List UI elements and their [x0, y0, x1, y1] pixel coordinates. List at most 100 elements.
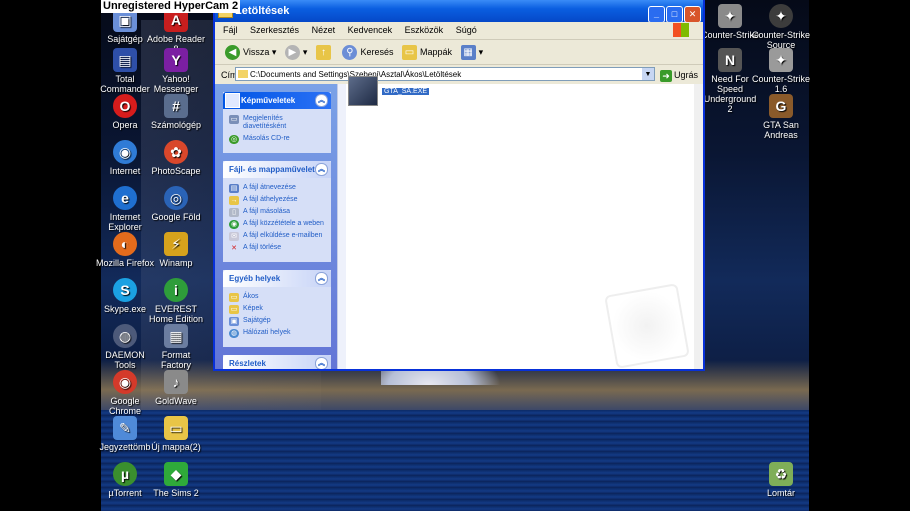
panel-header[interactable]: Fájl- és mappaművelet ︽ [223, 161, 331, 178]
menu-view[interactable]: Nézet [312, 25, 336, 35]
cd-icon: ◎ [229, 135, 239, 144]
recycle-bin-icon: ♻ [769, 462, 793, 486]
go-button[interactable]: ➜ Ugrás [660, 65, 698, 85]
place-akos[interactable]: ▭ Ákos [229, 293, 327, 302]
chrome-icon: ◉ [113, 140, 137, 164]
file-item[interactable]: GTA_SA.EXE [348, 76, 430, 106]
chrome-icon: ◉ [113, 370, 137, 394]
minimize-button[interactable]: _ [648, 6, 665, 23]
file-name: GTA_SA.EXE [382, 87, 430, 95]
folders-icon: ▭ [402, 45, 418, 61]
menu-file[interactable]: Fájl [223, 25, 238, 35]
folder-icon [238, 70, 248, 78]
desktop-icon-format-factory[interactable]: ▦ Format Factory [146, 324, 206, 370]
address-bar: Cím C:\Documents and Settings\Szebeni\As… [215, 65, 703, 86]
windows-logo-icon [673, 23, 689, 37]
web-icon: ◉ [229, 220, 239, 229]
window-title: Letöltések [235, 5, 290, 17]
task-email[interactable]: ✉ A fájl elküldése e-mailben [229, 232, 327, 241]
folder-icon: ▭ [164, 416, 188, 440]
chevron-up-icon[interactable]: ︽ [315, 163, 328, 176]
place-my-computer[interactable]: ▣ Sajátgép [229, 317, 327, 326]
panel-header[interactable]: Részletek ︽ [223, 355, 331, 369]
chevron-down-icon[interactable]: ▼ [642, 68, 654, 80]
calculator-icon: # [164, 94, 188, 118]
cs-icon: ✦ [718, 4, 742, 28]
panel-header[interactable]: Egyéb helyek ︽ [223, 270, 331, 287]
up-folder-icon: ↑ [315, 45, 331, 61]
desktop-icon-calculator[interactable]: # Számológép [146, 94, 206, 130]
desktop-icon-photoscape[interactable]: ✿ PhotoScape [146, 140, 206, 176]
move-icon: → [229, 196, 239, 205]
cs-source-icon: ✦ [769, 4, 793, 28]
search-icon: ⚲ [342, 45, 358, 61]
forward-button[interactable]: ▶ ▾ [284, 40, 307, 64]
folders-button[interactable]: ▭ Mappák [402, 40, 452, 64]
go-arrow-icon: ➜ [660, 69, 672, 82]
winamp-icon: ⚡ [164, 232, 188, 256]
place-pictures[interactable]: ▭ Képek [229, 305, 327, 314]
messenger-icon: Y [164, 48, 188, 72]
cs16-icon: ✦ [769, 48, 793, 72]
task-rename[interactable]: ▤ A fájl átnevezése [229, 184, 327, 193]
plumbob-icon: ◆ [164, 462, 188, 486]
desktop-icon-new-folder[interactable]: ▭ Új mappa(2) [146, 416, 206, 452]
maximize-button[interactable]: □ [666, 6, 683, 23]
close-button[interactable]: ✕ [684, 6, 701, 23]
nfs-icon: N [718, 48, 742, 72]
ie-icon: e [113, 186, 137, 210]
task-copy-cd[interactable]: ◎ Másolás CD-re [229, 135, 327, 144]
factory-icon: ▦ [164, 324, 188, 348]
desktop-icon-cs16[interactable]: ✦ Counter-Strike 1.6 [751, 48, 811, 94]
explorer-window: Letöltések _ □ ✕ Fájl Szerkesztés Nézet Ke… [213, 0, 705, 371]
menu-help[interactable]: Súgó [456, 25, 477, 35]
menu-bar: Fájl Szerkesztés Nézet Kedvencek Eszközö… [215, 22, 703, 40]
task-publish[interactable]: ◉ A fájl közzététele a weben [229, 220, 327, 229]
task-pane: Képműveletek ︽ ▭ Megjelenítés diavetítéské… [215, 84, 337, 369]
desktop-icon-everest[interactable]: i EVEREST Home Edition [146, 278, 206, 324]
desktop-icon-recycle-bin[interactable]: ♻ Lomtár [751, 462, 811, 498]
panel-header[interactable]: Képműveletek ︽ [223, 92, 331, 109]
desktop-icon-google-earth[interactable]: ◎ Google Föld [146, 186, 206, 222]
desktop-icon-cs-source[interactable]: ✦ Counter-Strike Source [751, 4, 811, 50]
task-copy[interactable]: ▯ A fájl másolása [229, 208, 327, 217]
task-delete[interactable]: ✕ A fájl törlése [229, 244, 327, 252]
search-button[interactable]: ⚲ Keresés [342, 40, 394, 64]
audio-icon: ♪ [164, 370, 188, 394]
photoscape-icon: ✿ [164, 140, 188, 164]
desktop-icon-yahoo[interactable]: Y Yahoo! Messenger [146, 48, 206, 94]
address-input[interactable]: C:\Documents and Settings\Szebeni\Asztal… [235, 67, 655, 81]
chevron-up-icon[interactable]: ︽ [315, 357, 328, 369]
exe-icon [348, 76, 378, 106]
views-button[interactable]: ▦ ▾ [460, 40, 483, 64]
email-icon: ✉ [229, 232, 239, 241]
content-scrollbar[interactable] [694, 84, 703, 369]
desktop-icon-goldwave[interactable]: ♪ GoldWave [146, 370, 206, 406]
back-button[interactable]: ◀ Vissza ▾ [225, 40, 276, 64]
folder-icon: ▭ [229, 293, 239, 302]
gta-icon: G [769, 94, 793, 118]
views-icon: ▦ [460, 45, 476, 61]
copy-icon: ▯ [229, 208, 239, 217]
info-icon: i [164, 278, 188, 302]
hypercam-watermark: Unregistered HyperCam 2 [101, 0, 241, 13]
toolbar: ◀ Vissza ▾ ▶ ▾ ↑ ⚲ Keresés ▭ Mappák ▦ ▾ [215, 40, 703, 65]
desktop-icon-sims2[interactable]: ◆ The Sims 2 [146, 462, 206, 498]
place-network[interactable]: ◍ Hálózati helyek [229, 329, 327, 338]
up-folder-button[interactable]: ↑ [315, 40, 334, 64]
menu-edit[interactable]: Szerkesztés [250, 25, 299, 35]
delete-icon: ✕ [231, 245, 237, 252]
folder-watermark-icon [604, 283, 690, 369]
chevron-up-icon[interactable]: ︽ [315, 272, 328, 285]
menu-favorites[interactable]: Kedvencek [348, 25, 393, 35]
task-move[interactable]: → A fájl áthelyezése [229, 196, 327, 205]
title-bar[interactable]: Letöltések _ □ ✕ [215, 0, 703, 23]
disc-icon: ◍ [113, 324, 137, 348]
desktop-icon-gta-sa[interactable]: G GTA San Andreas [751, 94, 811, 140]
menu-tools[interactable]: Eszközök [405, 25, 444, 35]
panel-file-tasks: Fájl- és mappaművelet ︽ ▤ A fájl átnevezés… [223, 161, 331, 262]
desktop-icon-winamp[interactable]: ⚡ Winamp [146, 232, 206, 268]
chevron-up-icon[interactable]: ︽ [315, 94, 328, 107]
opera-icon: O [113, 94, 137, 118]
task-slideshow[interactable]: ▭ Megjelenítés diavetítésként [229, 115, 327, 131]
